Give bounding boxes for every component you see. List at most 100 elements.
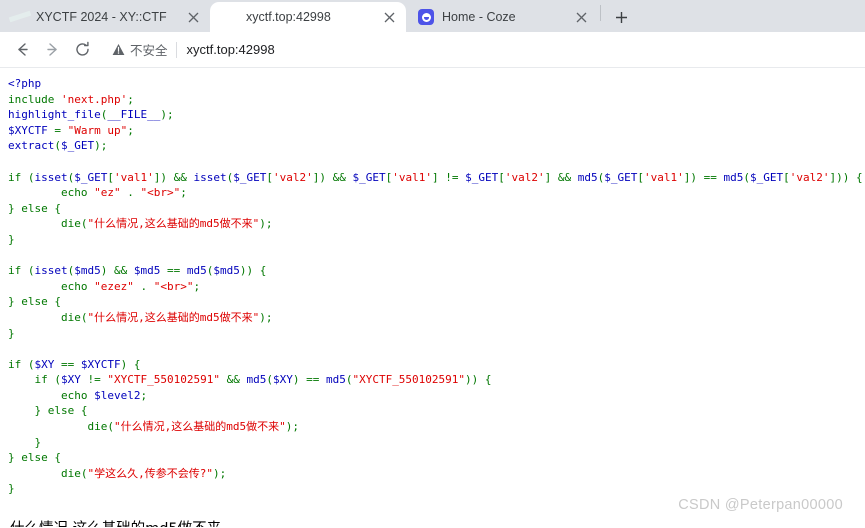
code-token: 'next.php': [60, 92, 128, 106]
reload-button[interactable]: [68, 36, 96, 64]
close-icon[interactable]: [184, 8, 202, 26]
code-token: (: [743, 170, 750, 184]
code-token: [: [637, 170, 644, 184]
forward-button[interactable]: [38, 36, 66, 64]
code-token: if: [8, 264, 28, 278]
code-token: extract: [8, 139, 55, 153]
code-token: $XY: [34, 357, 61, 371]
code-token: $_GET: [60, 139, 95, 153]
code-token: );: [94, 139, 108, 153]
code-token: "XYCTF_550102591": [107, 373, 220, 387]
code-token: }: [8, 435, 42, 449]
code-token: } else {: [8, 404, 88, 418]
code-token: 'val2': [273, 170, 313, 184]
code-token: } else {: [8, 201, 61, 215]
url-text: xyctf.top:42998: [186, 42, 275, 57]
php-source-code: <?php include 'next.php'; highlight_file…: [8, 76, 863, 497]
globe-teal-icon: [12, 9, 28, 25]
code-token: $_GET: [465, 170, 499, 184]
tab-title: Home - Coze: [442, 10, 516, 24]
code-token: );: [259, 217, 273, 231]
tab-title: XYCTF 2024 - XY::CTF: [36, 10, 167, 24]
code-token: echo: [8, 279, 95, 293]
code-token: 'val1': [392, 170, 432, 184]
code-token: "XYCTF_550102591": [352, 373, 466, 387]
browser-toolbar: 不安全 xyctf.top:42998: [0, 32, 865, 68]
code-token: (: [54, 139, 61, 153]
code-token: md5: [325, 373, 346, 387]
new-tab-button[interactable]: [607, 3, 635, 31]
back-button[interactable]: [8, 36, 36, 64]
code-token: "什么情况,这么基础的md5做不来": [87, 310, 260, 324]
code-token: }: [8, 232, 15, 246]
code-token: ])) {: [829, 170, 863, 184]
code-token: ;: [193, 279, 201, 293]
code-token: =: [54, 123, 68, 137]
code-token: echo: [8, 388, 95, 402]
code-token: isset: [34, 170, 68, 184]
code-token: 'val1': [114, 170, 154, 184]
code-token: }: [8, 482, 15, 496]
csdn-watermark: CSDN @Peterpan00000: [678, 497, 843, 513]
close-icon[interactable]: [380, 8, 398, 26]
code-token: "什么情况,这么基础的md5做不来": [113, 420, 286, 434]
coze-icon: [418, 9, 434, 25]
code-token: );: [160, 108, 174, 122]
code-token: "Warm up": [67, 123, 128, 137]
code-token: $_GET: [604, 170, 638, 184]
code-token: md5: [577, 170, 598, 184]
code-token: [: [266, 170, 273, 184]
browser-tab-xyctf-2024[interactable]: XYCTF 2024 - XY::CTF: [0, 2, 210, 32]
code-token: $md5: [74, 264, 101, 278]
code-token: if: [8, 357, 28, 371]
code-token: $level2: [94, 388, 141, 402]
warning-triangle-icon: [112, 43, 125, 56]
code-token: )) {: [239, 264, 267, 278]
code-token: ;: [180, 186, 187, 200]
code-token: $_GET: [233, 170, 267, 184]
code-token: ) &&: [100, 264, 134, 278]
tab-strip: XYCTF 2024 - XY::CTF xyctf.top:42998 Hom…: [0, 0, 865, 32]
code-token: [: [498, 170, 505, 184]
code-token: $_GET: [74, 170, 108, 184]
tab-title: xyctf.top:42998: [246, 10, 331, 24]
code-token: $XY: [60, 373, 88, 387]
code-token: "ezez": [94, 279, 134, 293]
code-token: ] !=: [432, 170, 466, 184]
code-token: md5: [723, 170, 744, 184]
code-token: include: [8, 92, 61, 106]
code-token: ]) &&: [153, 170, 194, 184]
code-token: md5: [246, 373, 267, 387]
code-token: (: [27, 264, 35, 278]
code-token: $md5: [133, 264, 167, 278]
code-token: $XY: [272, 373, 293, 387]
code-token: die: [8, 217, 81, 231]
code-token: 'val2': [504, 170, 545, 184]
code-token: "<br>": [140, 186, 181, 200]
code-token: $XYCTF: [8, 123, 55, 137]
code-token: !=: [87, 373, 108, 387]
code-token: );: [212, 466, 227, 480]
browser-window: XYCTF 2024 - XY::CTF xyctf.top:42998 Hom…: [0, 0, 865, 528]
code-token: $_GET: [750, 170, 784, 184]
code-token: }: [8, 326, 15, 340]
code-token: $XYCTF: [80, 357, 121, 371]
close-icon[interactable]: [572, 8, 590, 26]
code-token: "<br>": [153, 279, 194, 293]
code-token: );: [259, 310, 273, 324]
code-token: if: [8, 373, 55, 387]
browser-tab-xyctf-top[interactable]: xyctf.top:42998: [210, 2, 406, 32]
code-token: if: [8, 170, 28, 184]
code-token: isset: [193, 170, 227, 184]
code-token: 'val2': [789, 170, 830, 184]
omnibox-divider: [175, 41, 177, 58]
address-bar[interactable]: 不安全 xyctf.top:42998: [104, 36, 857, 64]
code-token: die: [8, 466, 81, 480]
code-token: )) {: [465, 373, 492, 387]
code-token: die: [8, 310, 81, 324]
code-token: "学这么久,传参不会传?": [87, 466, 213, 480]
browser-tab-home-coze[interactable]: Home - Coze: [406, 2, 598, 32]
code-token: __FILE__: [107, 108, 161, 122]
code-token: );: [285, 420, 299, 434]
code-token: .: [133, 279, 154, 293]
